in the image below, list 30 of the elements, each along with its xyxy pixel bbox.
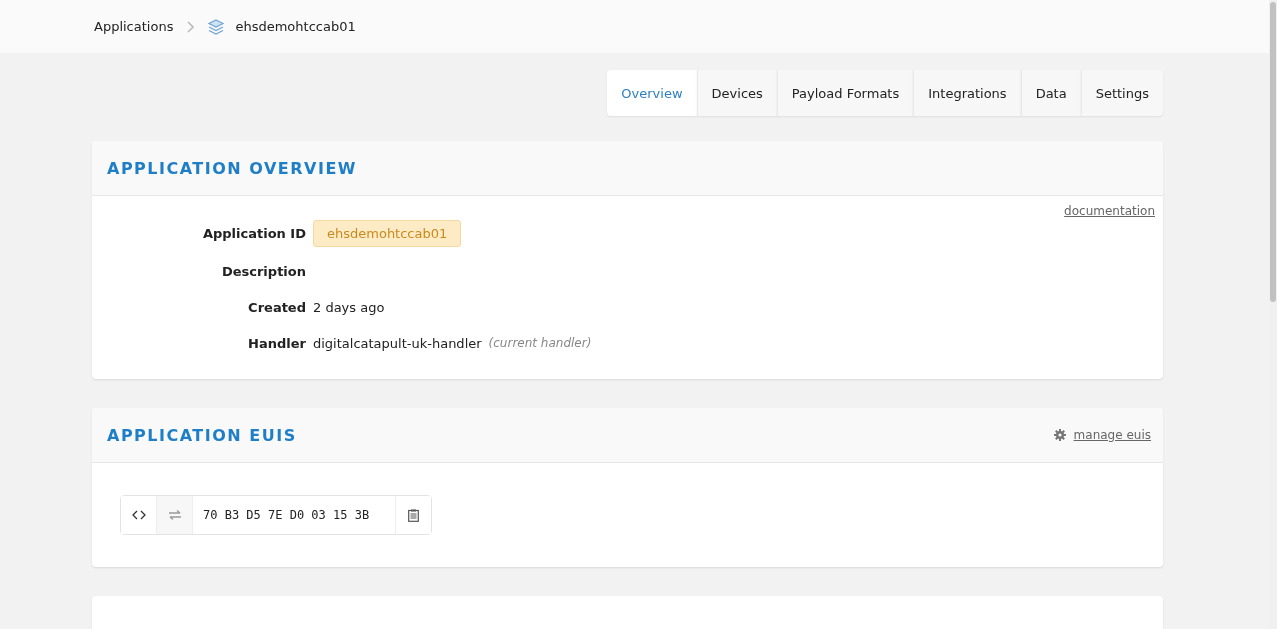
field-label: Description	[220, 263, 306, 279]
swap-button[interactable]	[157, 496, 193, 534]
eui-value: 70 B3 D5 7E D0 03 15 3B	[202, 507, 371, 524]
clipboard-icon	[408, 508, 420, 522]
field-value: digitalcatapult-uk-handler	[313, 335, 482, 351]
breadcrumb-link[interactable]: Applications	[94, 19, 174, 34]
documentation-link[interactable]: documentation	[1064, 204, 1155, 218]
tab[interactable]: Settings	[1080, 70, 1163, 116]
breadcrumb-current: ehsdemohtccab01	[235, 19, 356, 34]
manage-euis-link[interactable]: manage euis	[1073, 428, 1151, 442]
settings-icon[interactable]	[1053, 429, 1066, 441]
field-label: Created	[247, 299, 306, 315]
field-note: (current handler)	[488, 336, 592, 350]
field-value: 2 days ago	[313, 299, 385, 315]
tab[interactable]: Data	[1020, 70, 1081, 116]
layers-icon	[207, 17, 226, 36]
field-label: Application ID	[201, 226, 306, 241]
tab[interactable]: Devices	[696, 70, 777, 116]
code-toggle-button[interactable]	[121, 496, 157, 534]
tab[interactable]: Payload Formats	[776, 70, 914, 116]
tab[interactable]: Overview	[607, 70, 697, 116]
tab[interactable]: Integrations	[913, 70, 1021, 116]
code-icon	[131, 510, 146, 520]
copy-button[interactable]	[395, 496, 432, 534]
section-title: APPLICATION EUIS	[107, 425, 297, 445]
application-id-badge: ehsdemohtccab01	[313, 220, 462, 247]
chevron-right-icon	[186, 20, 195, 33]
swap-arrows-icon	[167, 510, 182, 520]
field-label: Handler	[247, 335, 306, 351]
section-title: APPLICATION OVERVIEW	[107, 158, 357, 178]
